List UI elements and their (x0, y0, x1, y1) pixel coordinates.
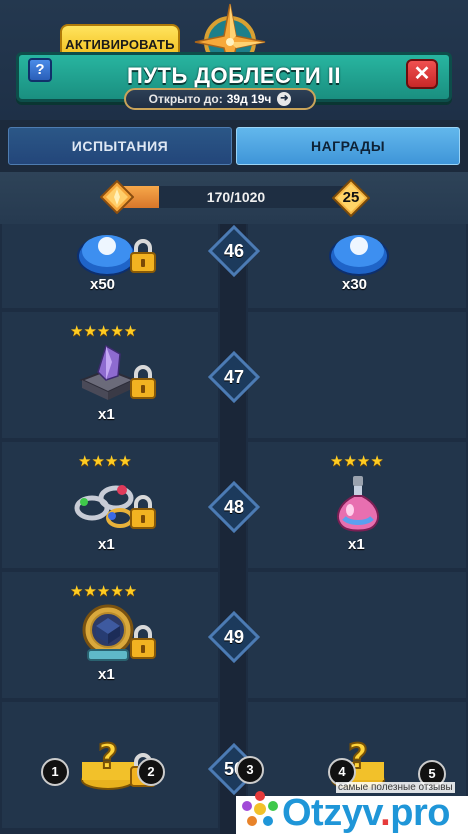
watermark-logo: Otzyv.pro (282, 792, 450, 834)
watermark-logo-accent: . (380, 792, 391, 834)
watermark-flower-icon (242, 791, 278, 826)
svg-text:?: ? (98, 737, 118, 777)
timer-value: 39д 19ч (226, 92, 272, 106)
reward-cell-premium[interactable]: ★★★★ x1 (248, 442, 466, 568)
reward-quantity: x30 (342, 276, 368, 293)
watermark-logo-end: pro (390, 792, 450, 834)
watermark-logo-main: Otzyv (282, 792, 381, 834)
page-title: ПУТЬ ДОБЛЕСТИ II (127, 63, 341, 88)
reward-quantity: x1 (98, 406, 115, 423)
reward-cell-free[interactable]: ★★★★★ x1 (2, 572, 218, 698)
reward-list[interactable]: x50 x30 46 ★★★★★ x1 47 ★★★★ x1 ★★★★ x1 4… (0, 224, 468, 834)
reward-quantity: x1 (98, 666, 115, 683)
marker-1: 1 (41, 758, 69, 786)
level-number: 47 (223, 367, 245, 387)
timer-label: Открыто до: (148, 92, 223, 106)
blue-token-icon (329, 235, 389, 276)
marker-3: 3 (236, 756, 264, 784)
clock-icon[interactable]: ➜ (277, 92, 292, 106)
reward-row: x50 x30 46 (0, 224, 468, 310)
reward-cell-premium[interactable]: x30 (248, 224, 466, 308)
pink-potion-icon (337, 476, 379, 532)
reward-cell-premium-empty (248, 572, 466, 698)
lock-icon (130, 625, 156, 659)
lock-icon (130, 239, 156, 273)
event-timer: Открыто до: 39д 19ч ➜ (124, 88, 316, 110)
star-rating: ★★★★★ (70, 323, 138, 340)
level-number: 49 (223, 627, 245, 647)
reward-quantity: x1 (98, 536, 115, 553)
star-rating: ★★★★ (330, 453, 384, 470)
reward-row: ★★★★ x1 ★★★★ x1 48 (0, 440, 468, 570)
current-level: 25 (342, 189, 360, 206)
progress-text: 170/1020 (206, 189, 266, 205)
reward-cell-free[interactable]: ★★★★★ x1 (2, 312, 218, 438)
star-rating: ★★★★★ (70, 583, 138, 600)
reward-row: ★★★★★ x1 47 (0, 310, 468, 440)
reward-cell-free[interactable]: ? (2, 702, 218, 828)
close-button[interactable]: ✕ (406, 59, 438, 89)
tab-trials[interactable]: ИСПЫТАНИЯ (8, 127, 232, 165)
reward-quantity: x1 (348, 536, 365, 553)
marker-2: 2 (137, 758, 165, 786)
reward-cell-premium-empty (248, 312, 466, 438)
reward-row: ★★★★★ x1 49 (0, 570, 468, 700)
lock-icon (130, 365, 156, 399)
level-number: 48 (223, 497, 245, 517)
level-number: 46 (223, 241, 245, 261)
valor-point-icon (100, 180, 134, 214)
star-rating: ★★★★ (78, 453, 132, 470)
tab-rewards[interactable]: НАГРАДЫ (236, 127, 460, 165)
reward-cell-free[interactable]: x50 (2, 224, 218, 308)
lock-icon (130, 495, 156, 529)
reward-cell-free[interactable]: ★★★★ x1 (2, 442, 218, 568)
reward-quantity: x50 (90, 276, 116, 293)
help-button[interactable]: ? (28, 58, 52, 82)
